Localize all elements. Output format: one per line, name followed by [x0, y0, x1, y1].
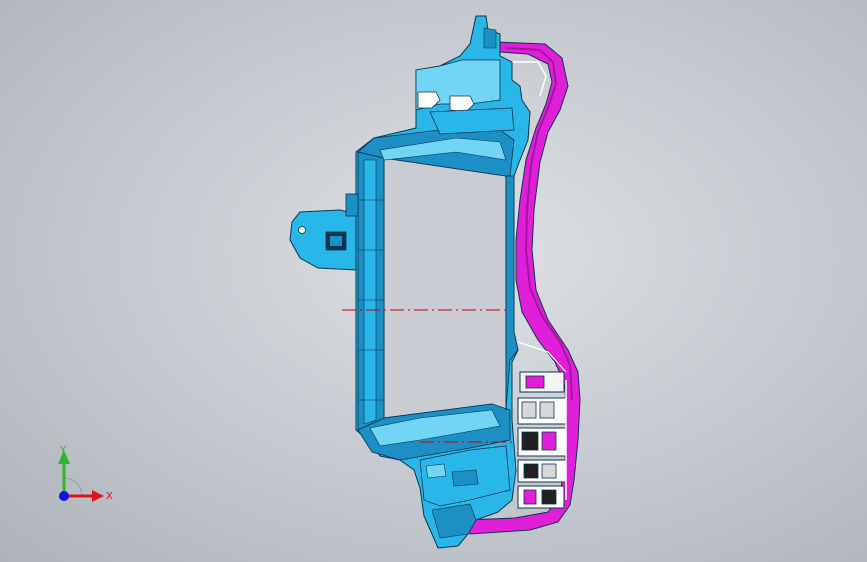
- mounting-tab[interactable]: [289, 193, 359, 271]
- y-axis-label: Y: [59, 445, 67, 456]
- cad-graphics-viewport[interactable]: Y X: [0, 0, 867, 562]
- cad-part-model[interactable]: [0, 0, 867, 562]
- x-axis-label: X: [106, 491, 113, 502]
- housing-pockets: [517, 371, 567, 509]
- x-axis-arrowhead: [92, 490, 104, 502]
- axis-triad[interactable]: Y X: [44, 438, 124, 518]
- z-axis-dot: [59, 491, 69, 501]
- frame-body[interactable]: [355, 15, 531, 549]
